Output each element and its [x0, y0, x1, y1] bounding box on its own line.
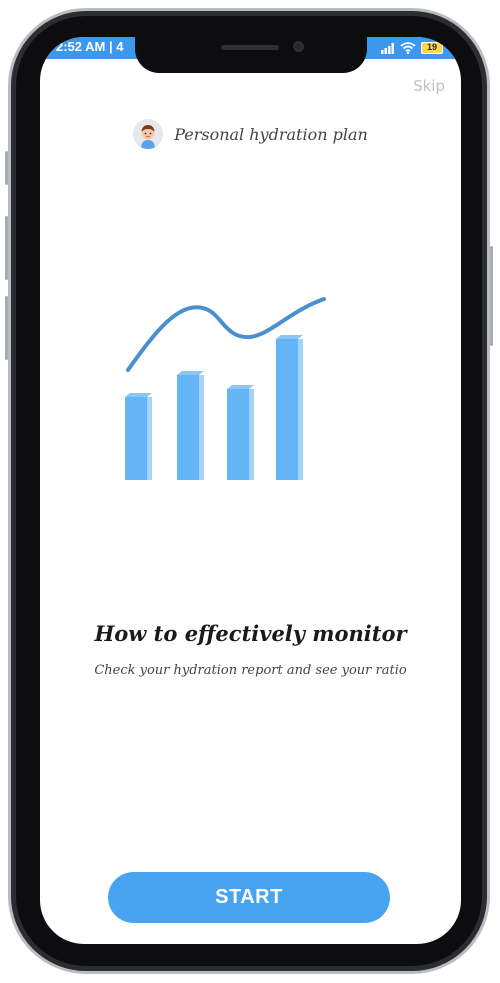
status-icons: 19 — [381, 40, 443, 56]
front-camera — [293, 41, 304, 52]
speaker-grille — [221, 45, 279, 50]
user-avatar-icon — [133, 119, 164, 149]
power-button — [5, 151, 8, 185]
wifi-icon — [400, 42, 416, 54]
onboarding-subtitle: Check your hydration report and see your… — [94, 663, 407, 678]
side-button — [490, 246, 493, 346]
app-screen: 2:52 AM | 4 19 Skip Personal hydration p… — [40, 37, 461, 944]
volume-up-button — [5, 216, 8, 280]
illustration-bars — [125, 335, 303, 480]
signal-icon — [381, 42, 394, 54]
notch — [135, 37, 367, 73]
plan-header: Personal hydration plan — [40, 119, 461, 149]
skip-button[interactable]: Skip — [413, 77, 445, 95]
plan-label: Personal hydration plan — [174, 124, 368, 144]
volume-down-button — [5, 296, 8, 360]
status-time: 2:52 AM | 4 — [56, 39, 124, 54]
battery-icon: 19 — [421, 42, 443, 54]
start-button[interactable]: START — [108, 872, 390, 923]
onboarding-title: How to effectively monitor — [94, 621, 407, 646]
bar-chart-trend-icon — [125, 297, 326, 480]
